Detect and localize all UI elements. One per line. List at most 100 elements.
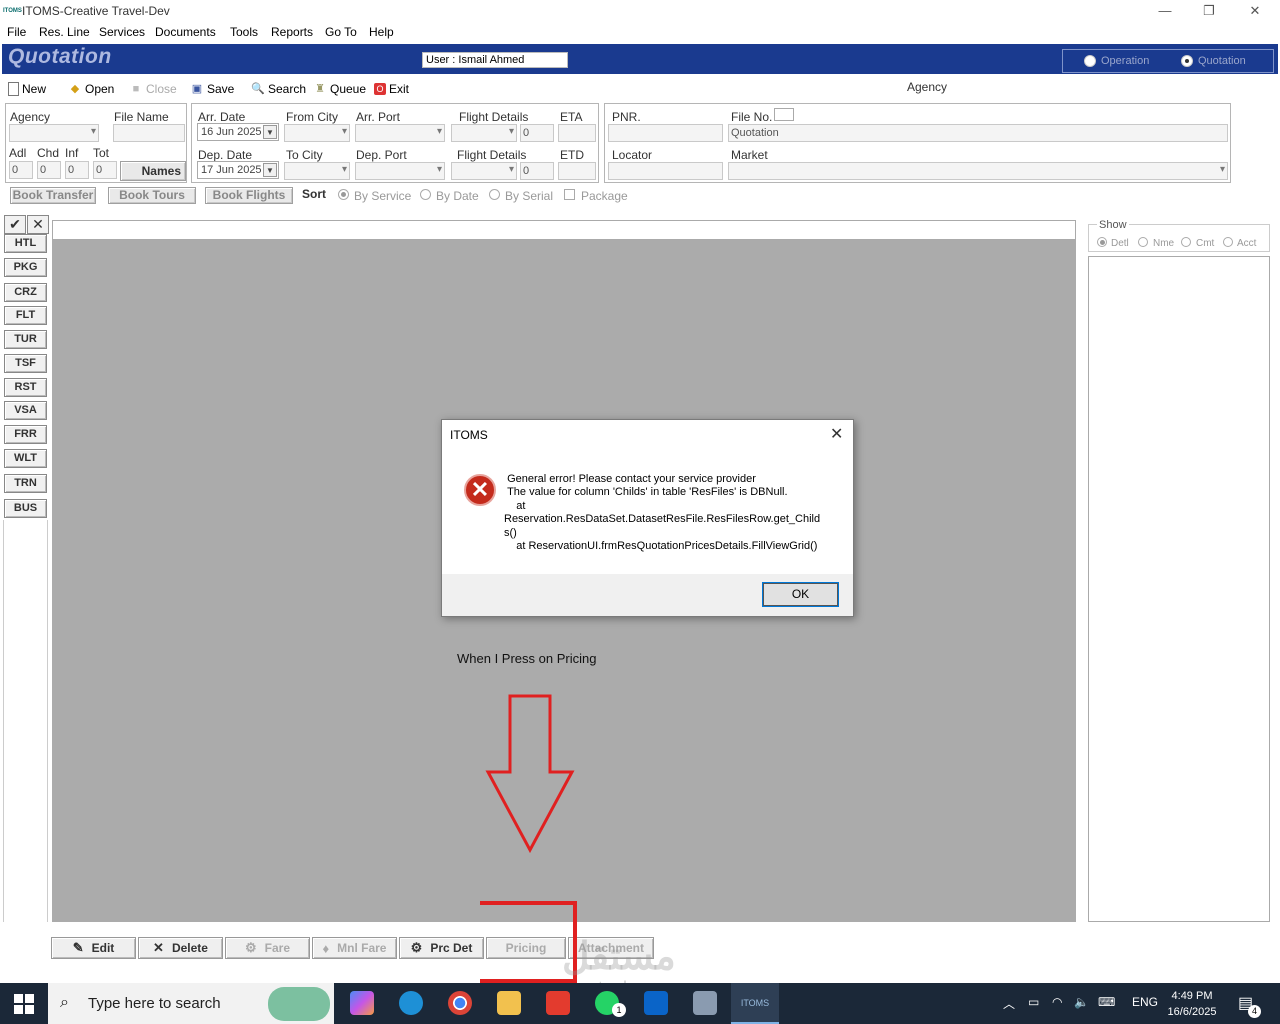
package-checkbox[interactable] bbox=[564, 189, 575, 200]
arr-flight-combo[interactable] bbox=[451, 124, 517, 142]
dep-date-dropdown-icon[interactable]: ▼ bbox=[263, 163, 277, 177]
service-rst-button[interactable]: RST bbox=[4, 378, 47, 397]
sort-by-service-radio[interactable] bbox=[338, 189, 349, 200]
taskbar-search[interactable]: ⌕ Type here to search bbox=[48, 983, 334, 1024]
fare-button[interactable]: ⚙ Fare bbox=[225, 937, 310, 959]
save-button[interactable]: ▣ Save bbox=[190, 80, 235, 98]
chd-input[interactable]: 0 bbox=[37, 161, 61, 179]
restore-icon[interactable]: ❐ bbox=[1186, 2, 1232, 20]
anydesk-icon[interactable] bbox=[546, 991, 570, 1015]
menu-help[interactable]: Help bbox=[369, 25, 394, 39]
wifi-icon[interactable]: ◠ bbox=[1052, 995, 1062, 1009]
exit-button[interactable]: O Exit bbox=[374, 80, 409, 98]
app-icon-blue[interactable] bbox=[399, 991, 423, 1015]
keyboard-icon[interactable]: ⌨ bbox=[1098, 995, 1115, 1009]
adl-input[interactable]: 0 bbox=[9, 161, 33, 179]
dialog-close-icon[interactable]: ✕ bbox=[830, 424, 843, 444]
service-pkg-button[interactable]: PKG bbox=[4, 258, 47, 277]
queue-button[interactable]: ♜ Queue bbox=[313, 80, 366, 98]
market-combo[interactable] bbox=[728, 162, 1228, 180]
service-wlt-button[interactable]: WLT bbox=[4, 449, 47, 468]
menu-documents[interactable]: Documents bbox=[155, 25, 216, 39]
check-all-icon[interactable]: ✔ bbox=[4, 215, 26, 234]
uncheck-all-icon[interactable]: ✕ bbox=[27, 215, 49, 234]
chd-label: Chd bbox=[37, 146, 60, 160]
delete-button[interactable]: ✕ Delete bbox=[138, 937, 223, 959]
service-bus-button[interactable]: BUS bbox=[4, 499, 47, 518]
windows-start-icon[interactable] bbox=[14, 994, 34, 1014]
file-group: PNR. File No. Quotation Locator Market bbox=[604, 103, 1231, 183]
service-crz-button[interactable]: CRZ bbox=[4, 283, 47, 302]
show-acct-label: Acct bbox=[1237, 238, 1257, 249]
inf-input[interactable]: 0 bbox=[65, 161, 89, 179]
service-trn-button[interactable]: TRN bbox=[4, 474, 47, 493]
sort-by-serial-radio[interactable] bbox=[489, 189, 500, 200]
names-button[interactable]: Names bbox=[120, 161, 186, 181]
error-icon: ✕ bbox=[464, 474, 496, 506]
calculator-icon[interactable] bbox=[693, 991, 717, 1015]
service-vsa-button[interactable]: VSA bbox=[4, 401, 47, 420]
book-flights-button[interactable]: Book Flights bbox=[205, 187, 293, 204]
dep-port-combo[interactable] bbox=[355, 162, 445, 180]
sort-by-date-radio[interactable] bbox=[420, 189, 431, 200]
service-panel-border bbox=[3, 520, 48, 922]
dep-date-picker[interactable]: 17 Jun 2025 ▼ bbox=[197, 161, 279, 179]
menu-reports[interactable]: Reports bbox=[271, 25, 313, 39]
search-button[interactable]: 🔍 Search bbox=[251, 80, 306, 98]
file-name-label: File Name bbox=[114, 110, 169, 124]
menu-res-line[interactable]: Res. Line bbox=[39, 25, 90, 39]
operation-radio[interactable] bbox=[1084, 55, 1096, 67]
open-button[interactable]: ◆ Open bbox=[68, 80, 115, 98]
tray-chevron-icon[interactable]: ︿ bbox=[1003, 995, 1015, 1012]
mnl-fare-button[interactable]: ♦ Mnl Fare bbox=[312, 937, 397, 959]
file-no-box[interactable] bbox=[774, 108, 794, 121]
taskbar-clock[interactable]: 4:49 PM 16/6/2025 bbox=[1164, 988, 1220, 1020]
tray-device-icon[interactable]: ▭ bbox=[1028, 995, 1039, 1009]
service-frr-button[interactable]: FRR bbox=[4, 425, 47, 444]
arr-port-combo[interactable] bbox=[355, 124, 445, 142]
show-cmt-radio[interactable] bbox=[1181, 237, 1191, 247]
arr-date-dropdown-icon[interactable]: ▼ bbox=[263, 125, 277, 139]
menu-services[interactable]: Services bbox=[99, 25, 145, 39]
dep-flight-number[interactable]: 0 bbox=[520, 162, 554, 180]
locator-input[interactable] bbox=[608, 162, 723, 180]
menu-file[interactable]: File bbox=[7, 25, 26, 39]
details-panel bbox=[1088, 256, 1270, 922]
service-htl-button[interactable]: HTL bbox=[4, 234, 47, 253]
show-detl-radio[interactable] bbox=[1097, 237, 1107, 247]
itoms-taskbar-app[interactable]: ITOMS bbox=[731, 983, 779, 1024]
chrome-icon[interactable] bbox=[448, 991, 472, 1015]
eta-input[interactable] bbox=[558, 124, 596, 142]
file-explorer-icon[interactable] bbox=[497, 991, 521, 1015]
arr-flight-number[interactable]: 0 bbox=[520, 124, 554, 142]
edit-button[interactable]: ✎ Edit bbox=[51, 937, 136, 959]
copilot-icon[interactable] bbox=[350, 991, 374, 1015]
file-name-input[interactable] bbox=[113, 124, 185, 142]
ok-button[interactable]: OK bbox=[762, 582, 839, 607]
prc-det-button[interactable]: ⚙ Prc Det bbox=[399, 937, 484, 959]
service-tur-button[interactable]: TUR bbox=[4, 330, 47, 349]
menu-tools[interactable]: Tools bbox=[230, 25, 258, 39]
close-button[interactable]: ■ Close bbox=[129, 80, 177, 98]
service-tsf-button[interactable]: TSF bbox=[4, 354, 47, 373]
language-indicator[interactable]: ENG bbox=[1132, 995, 1158, 1009]
new-button[interactable]: New bbox=[8, 80, 46, 98]
close-window-icon[interactable]: ✕ bbox=[1232, 2, 1278, 20]
outlook-icon[interactable] bbox=[644, 991, 668, 1015]
dep-flight-combo[interactable] bbox=[451, 162, 517, 180]
arr-date-picker[interactable]: 16 Jun 2025 ▼ bbox=[197, 123, 279, 141]
pnr-input[interactable] bbox=[608, 124, 723, 142]
minimize-icon[interactable]: — bbox=[1142, 2, 1188, 20]
quotation-radio[interactable] bbox=[1181, 55, 1193, 67]
book-tours-button[interactable]: Book Tours bbox=[108, 187, 196, 204]
etd-input[interactable] bbox=[558, 162, 596, 180]
show-acct-radio[interactable] bbox=[1223, 237, 1233, 247]
agency-combo[interactable] bbox=[9, 124, 99, 142]
show-nme-radio[interactable] bbox=[1138, 237, 1148, 247]
to-city-combo[interactable] bbox=[284, 162, 350, 180]
menu-go-to[interactable]: Go To bbox=[325, 25, 357, 39]
volume-muted-icon[interactable]: 🔈 bbox=[1074, 995, 1089, 1009]
service-flt-button[interactable]: FLT bbox=[4, 306, 47, 325]
from-city-combo[interactable] bbox=[284, 124, 350, 142]
book-transfer-button[interactable]: Book Transfer bbox=[10, 187, 96, 204]
